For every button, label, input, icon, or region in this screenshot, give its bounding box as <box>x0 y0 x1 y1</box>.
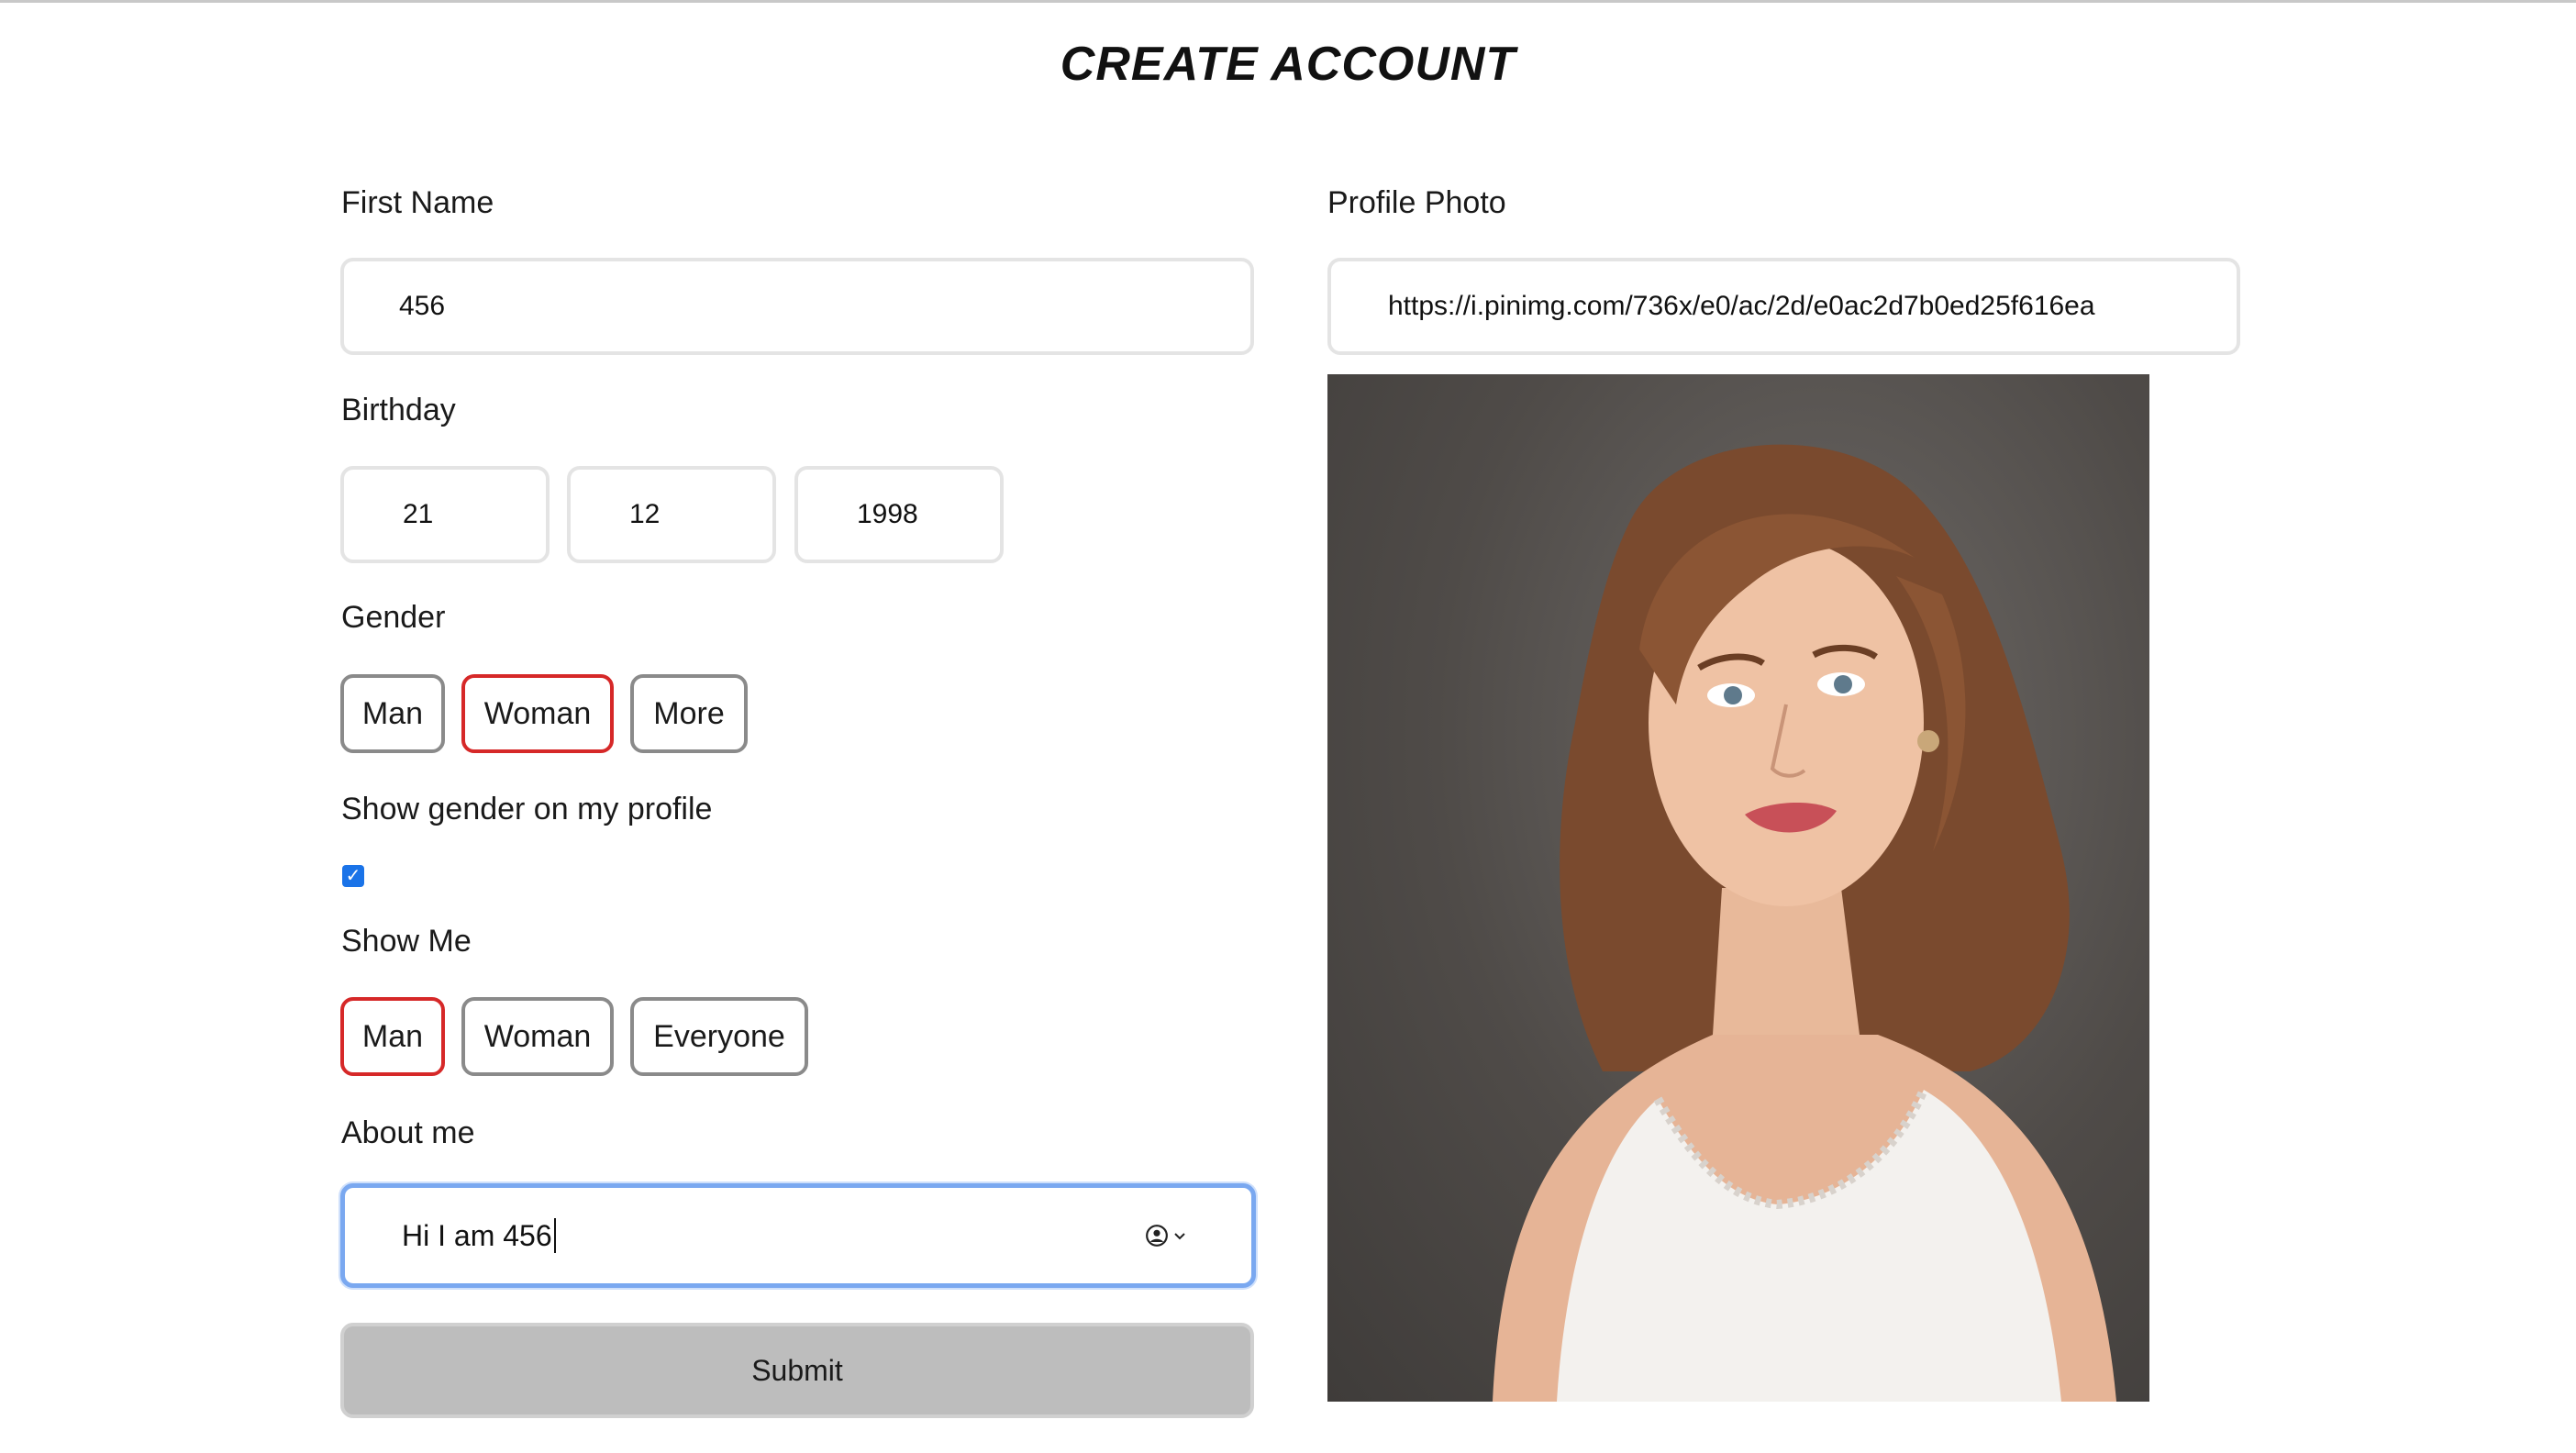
birthday-year-value: 1998 <box>857 499 918 529</box>
page-title: CREATE ACCOUNT <box>1060 38 1516 91</box>
about-me-label: About me <box>341 1115 475 1150</box>
portrait-image <box>1493 444 2116 1402</box>
account-circle-icon <box>1146 1225 1168 1247</box>
first-name-input[interactable]: 456 <box>340 258 1254 355</box>
about-me-input[interactable]: Hi I am 456 <box>340 1183 1256 1288</box>
birthday-label: Birthday <box>341 393 456 427</box>
first-name-label: First Name <box>341 185 494 220</box>
profile-photo-preview <box>1327 374 2149 1402</box>
gender-option-more[interactable]: More <box>630 674 748 753</box>
autofill-account-button[interactable] <box>1145 1224 1187 1248</box>
chevron-down-icon <box>1174 1233 1185 1240</box>
gender-label: Gender <box>341 600 446 635</box>
profile-photo-url-input[interactable]: https://i.pinimg.com/736x/e0/ac/2d/e0ac2… <box>1327 258 2240 355</box>
birthday-day-value: 21 <box>403 499 434 529</box>
top-border <box>0 0 2576 3</box>
submit-button[interactable]: Submit <box>340 1323 1254 1418</box>
show-me-option-everyone[interactable]: Everyone <box>630 997 808 1076</box>
gender-option-man[interactable]: Man <box>340 674 445 753</box>
first-name-value: 456 <box>399 291 446 321</box>
text-caret <box>553 1218 556 1253</box>
birthday-year-input[interactable]: 1998 <box>794 466 1004 563</box>
birthday-month-input[interactable]: 12 <box>567 466 776 563</box>
show-gender-label: Show gender on my profile <box>341 792 713 826</box>
show-me-label: Show Me <box>341 924 472 959</box>
checkmark-icon: ✓ <box>345 866 361 886</box>
about-me-value: Hi I am 456 <box>402 1218 552 1252</box>
show-me-option-woman[interactable]: Woman <box>461 997 614 1076</box>
profile-photo-label: Profile Photo <box>1327 185 1506 220</box>
birthday-day-input[interactable]: 21 <box>340 466 550 563</box>
show-me-option-man[interactable]: Man <box>340 997 445 1076</box>
show-gender-checkbox[interactable]: ✓ <box>342 865 364 887</box>
profile-photo-url-value: https://i.pinimg.com/736x/e0/ac/2d/e0ac2… <box>1388 291 2095 321</box>
gender-option-woman[interactable]: Woman <box>461 674 614 753</box>
birthday-month-value: 12 <box>629 499 661 529</box>
